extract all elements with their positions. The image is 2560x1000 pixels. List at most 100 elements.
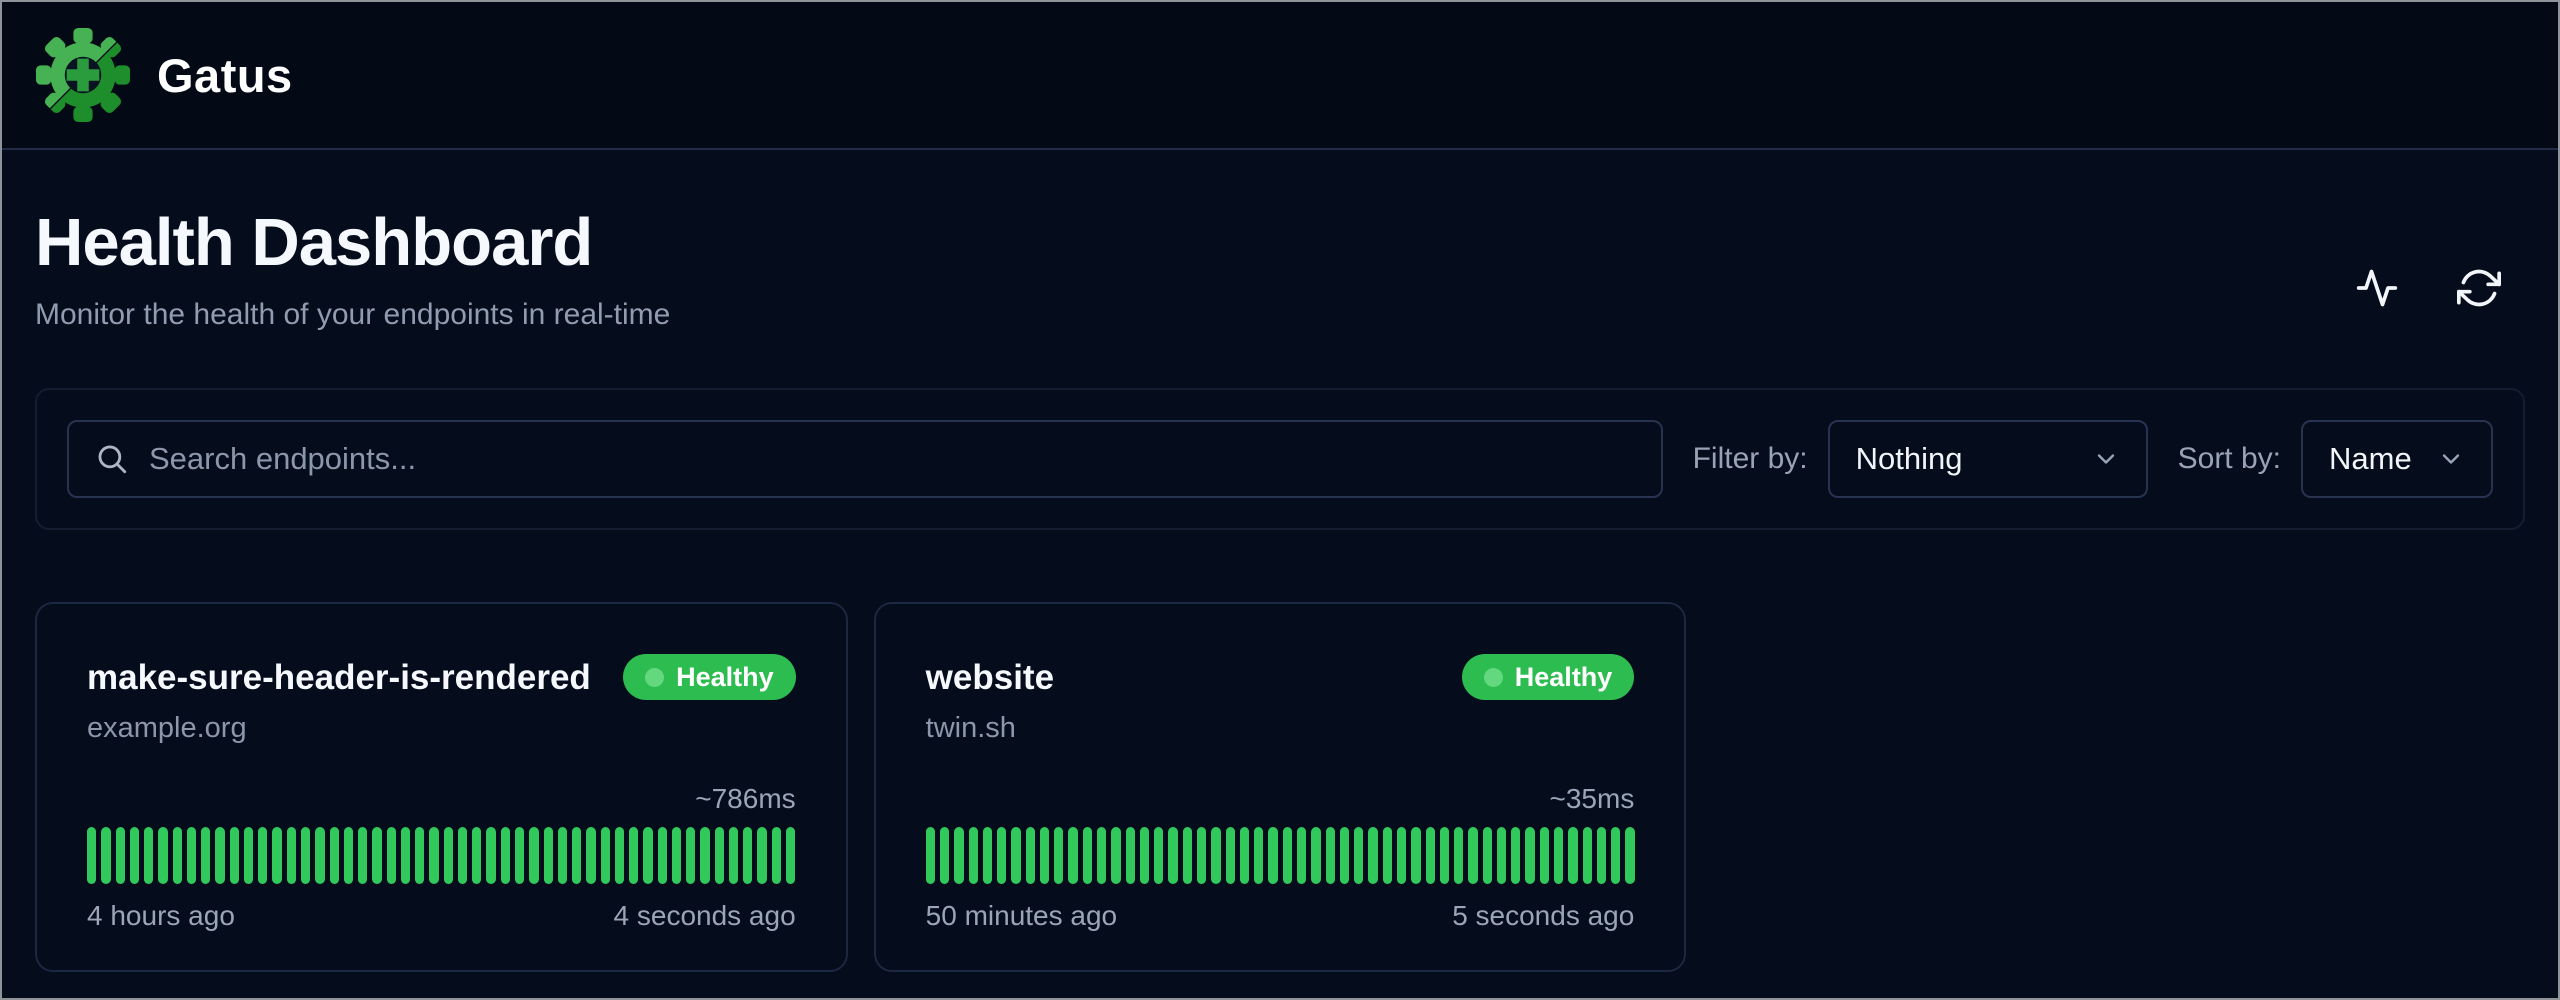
uptime-bar[interactable]	[572, 827, 581, 884]
uptime-bar[interactable]	[429, 827, 438, 884]
uptime-bar[interactable]	[387, 827, 396, 884]
uptime-bar[interactable]	[1168, 827, 1177, 884]
uptime-bar[interactable]	[87, 827, 96, 884]
endpoint-card[interactable]: website twin.sh Healthy ~35ms 50 minutes…	[874, 602, 1687, 972]
uptime-bar[interactable]	[1140, 827, 1149, 884]
uptime-bar[interactable]	[244, 827, 253, 884]
uptime-bar[interactable]	[1283, 827, 1292, 884]
uptime-bar[interactable]	[1611, 827, 1620, 884]
uptime-bar[interactable]	[1368, 827, 1377, 884]
uptime-bar[interactable]	[472, 827, 481, 884]
uptime-bar[interactable]	[658, 827, 667, 884]
uptime-bar[interactable]	[700, 827, 709, 884]
uptime-bar[interactable]	[558, 827, 567, 884]
uptime-bar[interactable]	[458, 827, 467, 884]
sort-select[interactable]: Name	[2301, 420, 2493, 498]
uptime-bar[interactable]	[1111, 827, 1120, 884]
uptime-bar[interactable]	[926, 827, 935, 884]
uptime-bar[interactable]	[1583, 827, 1592, 884]
uptime-bar[interactable]	[1026, 827, 1035, 884]
uptime-bar[interactable]	[230, 827, 239, 884]
uptime-bar[interactable]	[401, 827, 410, 884]
uptime-bar[interactable]	[372, 827, 381, 884]
uptime-bar[interactable]	[629, 827, 638, 884]
uptime-bar[interactable]	[144, 827, 153, 884]
uptime-bar[interactable]	[1454, 827, 1463, 884]
uptime-bar[interactable]	[1126, 827, 1135, 884]
uptime-bar[interactable]	[997, 827, 1006, 884]
uptime-bar[interactable]	[1226, 827, 1235, 884]
uptime-bar[interactable]	[258, 827, 267, 884]
search-input[interactable]	[149, 441, 1635, 477]
uptime-bar[interactable]	[1483, 827, 1492, 884]
uptime-bar[interactable]	[201, 827, 210, 884]
uptime-bar[interactable]	[1540, 827, 1549, 884]
uptime-bar[interactable]	[1268, 827, 1277, 884]
brand-home-link[interactable]: Gatus	[35, 27, 293, 123]
uptime-bar[interactable]	[187, 827, 196, 884]
uptime-bar[interactable]	[315, 827, 324, 884]
uptime-bar[interactable]	[544, 827, 553, 884]
uptime-bar[interactable]	[173, 827, 182, 884]
uptime-bar[interactable]	[287, 827, 296, 884]
uptime-bar[interactable]	[729, 827, 738, 884]
uptime-bar[interactable]	[515, 827, 524, 884]
uptime-bar[interactable]	[1525, 827, 1534, 884]
uptime-bar[interactable]	[1054, 827, 1063, 884]
uptime-bar[interactable]	[1197, 827, 1206, 884]
uptime-bar[interactable]	[786, 827, 795, 884]
uptime-bar[interactable]	[715, 827, 724, 884]
uptime-bar[interactable]	[1340, 827, 1349, 884]
uptime-bar[interactable]	[601, 827, 610, 884]
uptime-bar[interactable]	[1568, 827, 1577, 884]
uptime-bar[interactable]	[1383, 827, 1392, 884]
uptime-bar[interactable]	[1426, 827, 1435, 884]
uptime-bar[interactable]	[772, 827, 781, 884]
uptime-bar[interactable]	[1297, 827, 1306, 884]
uptime-bar[interactable]	[1354, 827, 1363, 884]
uptime-bar[interactable]	[1183, 827, 1192, 884]
uptime-bar[interactable]	[954, 827, 963, 884]
uptime-bar[interactable]	[1554, 827, 1563, 884]
uptime-bar[interactable]	[358, 827, 367, 884]
refresh-button[interactable]	[2451, 260, 2507, 316]
uptime-bar[interactable]	[686, 827, 695, 884]
uptime-bar[interactable]	[501, 827, 510, 884]
activity-status-button[interactable]	[2349, 260, 2405, 316]
uptime-bar[interactable]	[415, 827, 424, 884]
uptime-bar[interactable]	[1097, 827, 1106, 884]
uptime-bar[interactable]	[757, 827, 766, 884]
uptime-bar[interactable]	[330, 827, 339, 884]
uptime-bar[interactable]	[1154, 827, 1163, 884]
uptime-bar[interactable]	[1411, 827, 1420, 884]
uptime-bar[interactable]	[272, 827, 281, 884]
uptime-bar[interactable]	[1625, 827, 1634, 884]
endpoint-card[interactable]: make-sure-header-is-rendered example.org…	[35, 602, 848, 972]
uptime-bar[interactable]	[1211, 827, 1220, 884]
uptime-bar[interactable]	[940, 827, 949, 884]
uptime-bar[interactable]	[1040, 827, 1049, 884]
uptime-bar[interactable]	[158, 827, 167, 884]
uptime-bar[interactable]	[116, 827, 125, 884]
uptime-bar[interactable]	[672, 827, 681, 884]
uptime-bar[interactable]	[130, 827, 139, 884]
uptime-bar[interactable]	[344, 827, 353, 884]
uptime-bar[interactable]	[1497, 827, 1506, 884]
uptime-bar[interactable]	[301, 827, 310, 884]
uptime-bar[interactable]	[969, 827, 978, 884]
uptime-bar[interactable]	[101, 827, 110, 884]
uptime-bar[interactable]	[643, 827, 652, 884]
uptime-bar[interactable]	[1068, 827, 1077, 884]
uptime-bar[interactable]	[1511, 827, 1520, 884]
uptime-bar[interactable]	[1240, 827, 1249, 884]
uptime-bar[interactable]	[983, 827, 992, 884]
uptime-bar[interactable]	[444, 827, 453, 884]
uptime-bar[interactable]	[1597, 827, 1606, 884]
filter-select[interactable]: Nothing	[1828, 420, 2148, 498]
uptime-bar[interactable]	[529, 827, 538, 884]
uptime-bar[interactable]	[1083, 827, 1092, 884]
uptime-bar[interactable]	[1397, 827, 1406, 884]
uptime-bar[interactable]	[743, 827, 752, 884]
uptime-bar[interactable]	[1468, 827, 1477, 884]
uptime-bar[interactable]	[1254, 827, 1263, 884]
